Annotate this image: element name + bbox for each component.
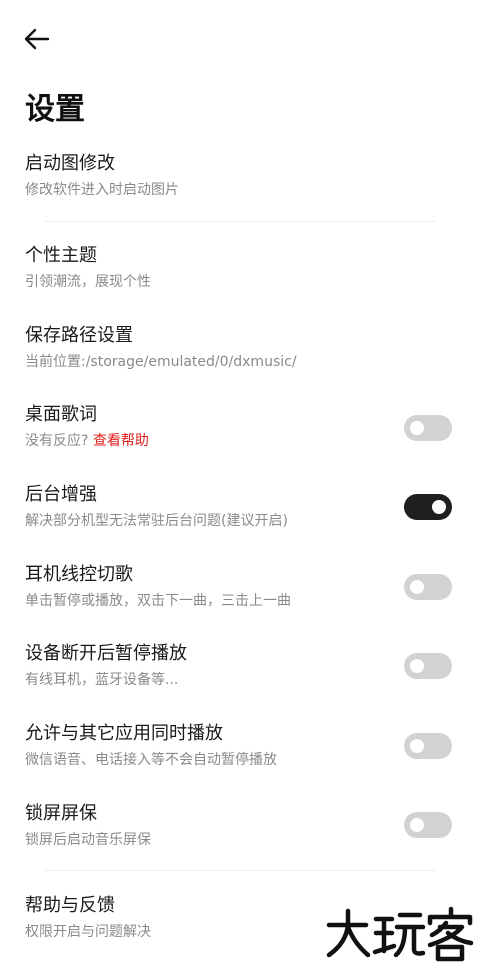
item-subtitle: 当前位置:/storage/emulated/0/dxmusic/ xyxy=(25,354,297,370)
divider xyxy=(44,870,436,871)
item-title: 启动图修改 xyxy=(25,153,115,174)
watermark-logo xyxy=(326,906,474,962)
divider xyxy=(44,221,436,222)
arrow-left-icon xyxy=(24,28,50,50)
item-subtitle: 没有反应? 查看帮助 xyxy=(25,431,149,451)
item-title: 保存路径设置 xyxy=(25,325,133,346)
toggle-knob xyxy=(432,500,446,514)
toggle-background-boost[interactable] xyxy=(404,494,452,520)
toggle-knob xyxy=(410,659,424,673)
toggle-knob xyxy=(410,818,424,832)
item-title: 耳机线控切歌 xyxy=(25,564,133,585)
item-subtitle: 锁屏后启动音乐屏保 xyxy=(25,832,151,848)
toggle-desktop-lyrics[interactable] xyxy=(404,415,452,441)
item-title: 锁屏屏保 xyxy=(25,803,97,824)
settings-item-save-path[interactable]: 保存路径设置 当前位置:/storage/emulated/0/dxmusic/ xyxy=(0,322,480,382)
item-subtitle: 引领潮流，展现个性 xyxy=(25,274,151,290)
toggle-knob xyxy=(410,739,424,753)
toggle-knob xyxy=(410,580,424,594)
item-subtitle: 单击暂停或播放，双击下一曲，三击上一曲 xyxy=(25,593,291,609)
item-subtitle: 解决部分机型无法常驻后台问题(建议开启) xyxy=(25,513,288,529)
item-title: 后台增强 xyxy=(25,484,97,505)
page-title: 设置 xyxy=(25,92,85,127)
settings-item-theme[interactable]: 个性主题 引领潮流，展现个性 xyxy=(0,242,480,302)
item-title: 桌面歌词 xyxy=(25,404,97,425)
item-subtitle: 权限开启与问题解决 xyxy=(25,924,151,940)
settings-item-splash-image[interactable]: 启动图修改 修改软件进入时启动图片 xyxy=(0,150,480,210)
item-title: 允许与其它应用同时播放 xyxy=(25,723,223,744)
back-button[interactable] xyxy=(20,22,54,56)
toggle-mix-playback[interactable] xyxy=(404,733,452,759)
item-title: 个性主题 xyxy=(25,245,97,266)
toggle-headset-control[interactable] xyxy=(404,574,452,600)
view-help-link[interactable]: 查看帮助 xyxy=(93,433,149,449)
item-title: 帮助与反馈 xyxy=(25,895,115,916)
item-subtitle: 有线耳机，蓝牙设备等... xyxy=(25,672,179,688)
toggle-lockscreen[interactable] xyxy=(404,812,452,838)
toggle-pause-on-disconnect[interactable] xyxy=(404,653,452,679)
item-subtitle: 微信语音、电话接入等不会自动暂停播放 xyxy=(25,752,277,768)
item-subtitle: 修改软件进入时启动图片 xyxy=(25,182,179,198)
toggle-knob xyxy=(410,421,424,435)
item-subtitle-text: 没有反应? xyxy=(25,433,89,449)
item-title: 设备断开后暂停播放 xyxy=(25,643,187,664)
